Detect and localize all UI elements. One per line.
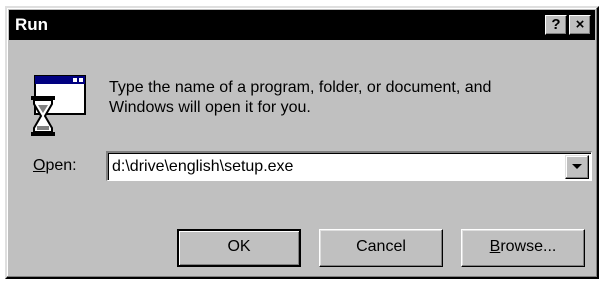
open-label: Open: [33,157,77,175]
dropdown-button[interactable] [565,155,589,179]
open-path-input[interactable] [112,156,552,178]
open-combobox[interactable] [106,151,592,181]
run-dialog: Run ? × Type the name of a program, fold… [5,6,599,279]
cancel-button-label: Cancel [356,238,406,255]
instruction-line-2: Windows will open it for you. [109,99,311,116]
help-button[interactable]: ? [545,15,567,35]
ok-button-label: OK [227,238,251,255]
close-button[interactable]: × [569,15,591,35]
instruction-text: Type the name of a program, folder, or d… [109,78,579,118]
open-label-accelerator: O [33,157,46,174]
browse-button-label: rowse... [500,238,557,255]
chevron-down-icon [572,164,582,169]
instruction-line-1: Type the name of a program, folder, or d… [109,79,492,96]
ok-button[interactable]: OK [177,229,301,267]
run-program-icon [29,74,89,140]
cancel-button[interactable]: Cancel [319,229,443,267]
browse-accelerator: B [489,238,501,255]
window-title: Run [15,15,49,34]
browse-button[interactable]: Browse... [461,229,585,267]
title-bar[interactable]: Run ? × [9,10,595,40]
open-label-rest: pen: [45,157,77,174]
